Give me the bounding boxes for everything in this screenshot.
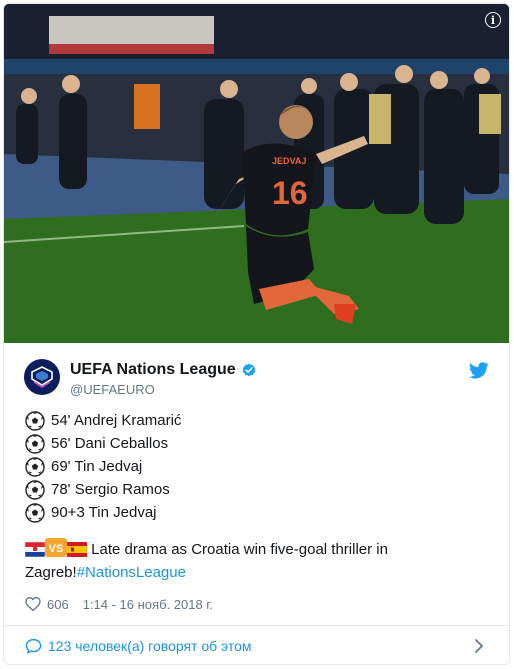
conversation-label[interactable]: 123 человек(а) говорят об этом: [48, 638, 252, 654]
speech-bubble-icon: [25, 638, 42, 654]
photo-illustration: 16 JEDVAJ: [4, 4, 509, 343]
author-name-line[interactable]: UEFA Nations League: [70, 361, 257, 379]
info-icon[interactable]: i: [485, 12, 501, 28]
twitter-bird-icon[interactable]: [469, 362, 489, 379]
goal-line: 78' Sergio Ramos: [25, 478, 495, 501]
soccer-ball-icon: [25, 502, 45, 523]
spain-flag-icon: [67, 542, 87, 557]
tweet-photo[interactable]: 16 JEDVAJ i: [4, 4, 509, 343]
author-display-name[interactable]: UEFA Nations League: [70, 361, 236, 379]
chevron-right-icon[interactable]: [474, 638, 484, 654]
author-handle[interactable]: @UEFAEURO: [70, 382, 155, 397]
goal-text: 56' Dani Ceballos: [51, 435, 169, 452]
hashtag-link[interactable]: #NationsLeague: [77, 564, 186, 581]
goal-text: 54' Andrej Kramarić: [51, 412, 182, 429]
soccer-ball-icon: [25, 433, 45, 454]
goal-text: 90+3 Tin Jedvaj: [51, 504, 157, 521]
goal-line: 90+3 Tin Jedvaj: [25, 501, 495, 524]
nations-league-logo-icon: [31, 366, 53, 388]
soccer-ball-icon: [25, 410, 45, 431]
like-count[interactable]: 606: [47, 597, 69, 612]
verified-badge-icon: [242, 363, 255, 377]
tweet-text: 54' Andrej Kramarić 56' Dani Ceballos 69…: [25, 409, 495, 584]
goal-text: 69' Tin Jedvaj: [51, 458, 143, 475]
soccer-ball-icon: [25, 456, 45, 477]
avatar[interactable]: [24, 359, 60, 395]
tweet-header: UEFA Nations League @UEFAEURO: [24, 356, 489, 402]
goal-line: 54' Andrej Kramarić: [25, 409, 495, 432]
divider: [4, 625, 509, 626]
vs-badge-icon: VS: [45, 538, 67, 557]
goal-line: 69' Tin Jedvaj: [25, 455, 495, 478]
tweet-meta: 606 1:14 - 16 нояб. 2018 г.: [25, 596, 213, 612]
conversation-link[interactable]: 123 человек(а) говорят об этом: [25, 635, 490, 657]
tweet-timestamp[interactable]: 1:14 - 16 нояб. 2018 г.: [83, 597, 213, 612]
heart-icon[interactable]: [25, 596, 41, 612]
soccer-ball-icon: [25, 479, 45, 500]
tweet-summary: VS Late drama as Croatia win five-goal t…: [25, 538, 495, 584]
svg-text:JEDVAJ: JEDVAJ: [272, 156, 306, 166]
croatia-flag-icon: [25, 542, 45, 557]
svg-text:16: 16: [272, 175, 308, 211]
goal-text: 78' Sergio Ramos: [51, 481, 170, 498]
tweet-card: 16 JEDVAJ i UEFA Nations League @UEFAEUR…: [3, 3, 510, 665]
goal-line: 56' Dani Ceballos: [25, 432, 495, 455]
vs-badge-label: VS: [49, 543, 64, 555]
